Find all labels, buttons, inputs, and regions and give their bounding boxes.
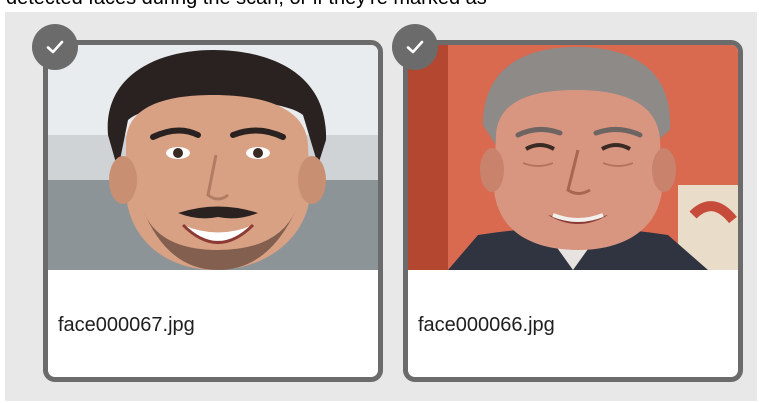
face-card[interactable]: face000066.jpg	[403, 40, 743, 382]
face-gallery: face000067.jpg face000066.jpg	[5, 12, 757, 401]
file-name: face000066.jpg	[418, 314, 555, 336]
caption-text: detected faces during the scan, or if th…	[0, 0, 759, 8]
check-icon	[46, 40, 64, 54]
face-thumbnail[interactable]	[48, 45, 378, 270]
check-icon	[406, 40, 424, 54]
face-card[interactable]: face000067.jpg	[43, 40, 383, 382]
selected-check-badge[interactable]	[392, 24, 438, 70]
face-thumbnail[interactable]	[408, 45, 738, 270]
selected-check-badge[interactable]	[32, 24, 78, 70]
file-name: face000067.jpg	[58, 314, 195, 336]
